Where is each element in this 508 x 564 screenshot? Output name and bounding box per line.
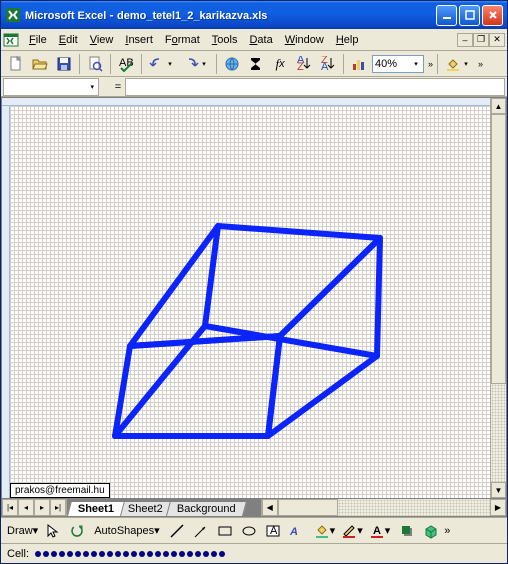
menu-file[interactable]: File (23, 32, 53, 48)
scroll-up-button[interactable]: ▲ (491, 98, 506, 114)
line-button[interactable] (166, 520, 188, 542)
svg-text:Z: Z (297, 61, 304, 72)
maximize-button[interactable] (459, 5, 480, 26)
toolbar-overflow-1[interactable]: » (426, 59, 433, 69)
tab-nav-last[interactable]: ▸| (50, 499, 66, 516)
minimize-button[interactable] (436, 5, 457, 26)
redo-button[interactable]: ▾ (180, 53, 212, 75)
drawing-toolbar-overflow[interactable]: » (444, 525, 450, 537)
fill-color-button[interactable]: ▾ (442, 53, 474, 75)
autosum-button[interactable] (245, 53, 267, 75)
zoom-combo[interactable]: 40%▾ (372, 55, 424, 73)
cube-drawing (50, 126, 430, 466)
titlebar[interactable]: Microsoft Excel - demo_tetel1_2_karikazv… (1, 1, 507, 29)
menu-help[interactable]: Help (330, 32, 365, 48)
workbook-icon[interactable] (3, 32, 19, 48)
app-window: Microsoft Excel - demo_tetel1_2_karikazv… (0, 0, 508, 564)
drawing-toolbar: Draw▾ AutoShapes▾ A A ▾ ▾ A▾ » (1, 517, 507, 543)
svg-text:A: A (321, 61, 329, 72)
undo-button[interactable]: ▾ (146, 53, 178, 75)
row-headers[interactable] (2, 106, 10, 498)
menu-insert[interactable]: Insert (119, 32, 159, 48)
menu-format[interactable]: Format (159, 32, 206, 48)
spelling-button[interactable]: ABC (115, 53, 137, 75)
autoshapes-menu[interactable]: AutoShapes▾ (92, 520, 161, 542)
formula-input[interactable] (125, 78, 505, 96)
hyperlink-button[interactable] (221, 53, 243, 75)
menu-view[interactable]: View (84, 32, 120, 48)
menu-edit[interactable]: Edit (53, 32, 84, 48)
email-cell[interactable]: prakos@freemail.hu (10, 483, 110, 498)
hscroll-thumb[interactable] (278, 499, 338, 516)
sort-desc-button[interactable]: ZA (317, 53, 339, 75)
vscroll-thumb[interactable] (491, 114, 506, 384)
status-label: Cell: (7, 548, 29, 560)
vertical-scrollbar[interactable]: ▲ ▼ (490, 98, 506, 498)
status-cell-pattern (35, 551, 225, 557)
status-bar: Cell: (1, 543, 507, 563)
mdi-restore-button[interactable]: ❐ (473, 33, 489, 47)
scroll-down-button[interactable]: ▼ (491, 482, 506, 498)
chart-wizard-button[interactable] (348, 53, 370, 75)
menu-data[interactable]: Data (243, 32, 278, 48)
tab-background[interactable]: Background (166, 501, 247, 516)
tab-sheet1[interactable]: Sheet1 (67, 501, 125, 516)
arrow-button[interactable] (190, 520, 212, 542)
shadow-button[interactable] (396, 520, 418, 542)
menubar: FileEditViewInsertFormatToolsDataWindowH… (1, 29, 507, 51)
open-button[interactable] (29, 53, 51, 75)
mdi-close-button[interactable]: ✕ (489, 33, 505, 47)
select-objects-button[interactable] (42, 520, 64, 542)
oval-button[interactable] (238, 520, 260, 542)
excel-app-icon (5, 7, 21, 23)
tab-nav-first[interactable]: |◂ (2, 499, 18, 516)
worksheet-grid[interactable]: prakos@freemail.hu (10, 106, 490, 498)
font-color-button[interactable]: A▾ (367, 520, 393, 542)
svg-text:A: A (373, 525, 381, 537)
line-color-button[interactable]: ▾ (339, 520, 365, 542)
fill-color-drawing-button[interactable]: ▾ (312, 520, 338, 542)
draw-menu[interactable]: Draw▾ (5, 520, 40, 542)
tab-nav-next[interactable]: ▸ (34, 499, 50, 516)
3d-button[interactable] (420, 520, 442, 542)
tab-nav-prev[interactable]: ◂ (18, 499, 34, 516)
rectangle-button[interactable] (214, 520, 236, 542)
menu-window[interactable]: Window (279, 32, 330, 48)
function-button[interactable]: fx (269, 53, 291, 75)
scroll-left-button[interactable]: ◀ (262, 499, 278, 516)
sort-asc-button[interactable]: AZ (293, 53, 315, 75)
rotate-button[interactable] (66, 520, 88, 542)
standard-toolbar: ABC ▾ ▾ fx AZ ZA 40%▾ » ▾ » (1, 51, 507, 77)
scroll-right-button[interactable]: ▶ (490, 499, 506, 516)
wordart-button[interactable]: A (286, 520, 308, 542)
svg-text:A: A (289, 526, 298, 538)
formula-bar: ▾ = (1, 77, 507, 97)
close-button[interactable] (482, 5, 503, 26)
menu-tools[interactable]: Tools (206, 32, 244, 48)
workarea: prakos@freemail.hu ▲ ▼ |◂ ◂ ▸ ▸| Sheet1S… (1, 97, 507, 517)
column-headers[interactable] (2, 98, 490, 106)
new-button[interactable] (5, 53, 27, 75)
fx-label: = (111, 81, 125, 93)
horizontal-scrollbar[interactable]: ◀ ▶ (261, 499, 506, 516)
save-button[interactable] (53, 53, 75, 75)
svg-text:A: A (270, 525, 278, 537)
textbox-button[interactable]: A (262, 520, 284, 542)
mdi-minimize-button[interactable]: – (457, 33, 473, 47)
toolbar-overflow-2[interactable]: » (476, 59, 483, 69)
print-preview-button[interactable] (84, 53, 106, 75)
window-title: Microsoft Excel - demo_tetel1_2_karikazv… (25, 8, 436, 22)
sheet-tab-strip: |◂ ◂ ▸ ▸| Sheet1Sheet2Background ◀ ▶ (2, 498, 506, 516)
name-box[interactable]: ▾ (3, 78, 99, 96)
